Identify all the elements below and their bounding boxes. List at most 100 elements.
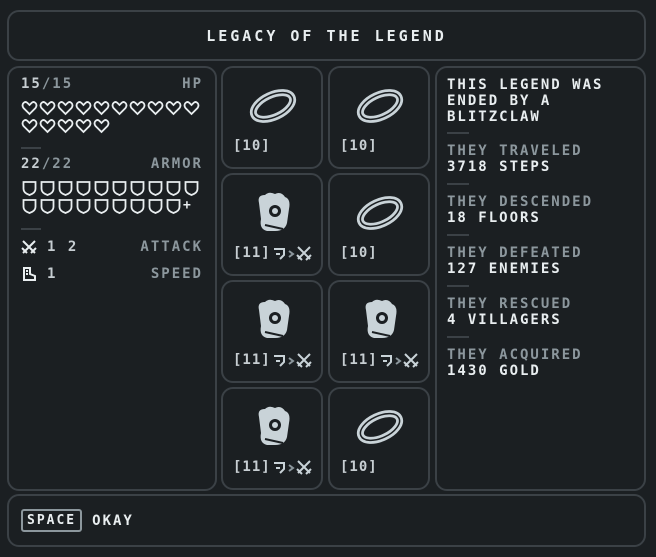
legend-entry: THEY RESCUED 4 VILLAGERS xyxy=(447,296,573,328)
shield-icon xyxy=(148,181,163,196)
item-value: [11] xyxy=(340,352,378,368)
shield-icon xyxy=(112,181,127,196)
armor-shields: + xyxy=(21,180,213,214)
heart-icon xyxy=(21,119,38,134)
legend-entry: THEY TRAVELED 3718 STEPS xyxy=(447,143,583,175)
shield-icon xyxy=(94,181,109,196)
item-value: [11] xyxy=(233,459,271,475)
item-value: [11] xyxy=(233,352,271,368)
gauntlet-icon xyxy=(258,192,290,231)
item-value: [10] xyxy=(340,245,378,261)
gauntlet-icon xyxy=(365,299,397,338)
combo-attack-icon xyxy=(381,353,419,368)
heart-icon xyxy=(75,119,92,134)
heart-icon xyxy=(129,101,146,116)
hp-max: /15 xyxy=(41,76,74,92)
armor-max: /22 xyxy=(41,156,74,172)
heart-icon xyxy=(147,101,164,116)
heart-icon xyxy=(165,101,182,116)
hp-current: 15 xyxy=(21,76,42,92)
hp-label: HP xyxy=(182,76,203,92)
gauntlet-icon xyxy=(258,299,290,338)
shield-icon xyxy=(166,199,181,214)
legend-entry: THEY ACQUIRED 1430 GOLD xyxy=(447,347,583,379)
stats-panel: 15/15 HP 22/22 ARMOR + 1 2 ATTACK 1 SPEE… xyxy=(7,66,217,491)
legend-ending: THIS LEGEND WAS ENDED BY A BLITZCLAW xyxy=(447,77,604,125)
heart-icon xyxy=(39,101,56,116)
hp-row: 15/15 HP xyxy=(21,76,203,92)
shield-icon xyxy=(112,199,127,214)
item-slot[interactable]: [11] xyxy=(221,280,323,383)
shield-icon xyxy=(94,199,109,214)
ring-icon xyxy=(356,196,404,230)
item-slot[interactable]: [10] xyxy=(328,387,430,490)
divider xyxy=(21,228,41,230)
item-slot[interactable]: [11] xyxy=(221,173,323,276)
shield-icon xyxy=(58,199,73,214)
combo-attack-icon xyxy=(274,246,312,261)
heart-icon xyxy=(93,101,110,116)
gauntlet-icon xyxy=(258,406,290,445)
heart-icon xyxy=(111,101,128,116)
shield-icon xyxy=(22,199,37,214)
boot-icon xyxy=(23,267,36,281)
combo-attack-icon xyxy=(274,353,312,368)
heart-icon xyxy=(57,101,74,116)
item-value: [10] xyxy=(340,459,378,475)
speed-value: 1 xyxy=(47,266,58,282)
item-slot[interactable]: [10] xyxy=(328,173,430,276)
divider xyxy=(447,132,469,134)
space-key-button[interactable]: SPACE xyxy=(21,509,83,532)
speed-row: 1 SPEED xyxy=(21,266,203,282)
hp-hearts xyxy=(21,100,213,134)
item-slot[interactable]: [11] xyxy=(328,280,430,383)
okay-label: OKAY xyxy=(92,512,134,529)
divider xyxy=(447,234,469,236)
item-value: [10] xyxy=(233,138,271,154)
combo-attack-icon xyxy=(274,460,312,475)
divider xyxy=(447,336,469,338)
ring-icon xyxy=(356,410,404,444)
ring-icon xyxy=(356,89,404,123)
heart-icon xyxy=(75,101,92,116)
item-slot[interactable]: [11] xyxy=(221,387,323,490)
shield-icon xyxy=(166,181,181,196)
heart-icon xyxy=(183,101,200,116)
items-grid: [10] [10] [11] [10] [11] [11] [11] [10] xyxy=(221,66,431,491)
item-slot[interactable]: [10] xyxy=(328,66,430,169)
divider xyxy=(447,285,469,287)
screen-title: LEGACY OF THE LEGEND xyxy=(206,26,447,45)
crossed-swords-icon xyxy=(21,240,37,254)
armor-label: ARMOR xyxy=(150,156,203,172)
shield-icon xyxy=(40,181,55,196)
heart-icon xyxy=(57,119,74,134)
shield-icon xyxy=(58,181,73,196)
shield-icon xyxy=(130,181,145,196)
footer-panel: SPACE OKAY xyxy=(7,494,646,547)
legend-entry: THEY DEFEATED 127 ENEMIES xyxy=(447,245,583,277)
shield-icon xyxy=(76,181,91,196)
shield-icon xyxy=(130,199,145,214)
heart-icon xyxy=(39,119,56,134)
divider xyxy=(21,147,41,149)
armor-row: 22/22 ARMOR xyxy=(21,156,203,172)
armor-current: 22 xyxy=(21,156,42,172)
attack-label: ATTACK xyxy=(140,239,203,255)
shield-icon xyxy=(76,199,91,214)
attack-row: 1 2 ATTACK xyxy=(21,239,203,255)
shield-icon xyxy=(40,199,55,214)
heart-icon xyxy=(21,101,38,116)
shield-icon xyxy=(22,181,37,196)
speed-label: SPEED xyxy=(150,266,203,282)
title-panel: LEGACY OF THE LEGEND xyxy=(7,10,646,61)
shield-icon xyxy=(184,181,199,196)
item-value: [10] xyxy=(340,138,378,154)
divider xyxy=(447,183,469,185)
item-slot[interactable]: [10] xyxy=(221,66,323,169)
heart-icon xyxy=(93,119,110,134)
legend-panel: THIS LEGEND WAS ENDED BY A BLITZCLAW THE… xyxy=(435,66,646,491)
shield-icon xyxy=(148,199,163,214)
legend-entry: THEY DESCENDED 18 FLOORS xyxy=(447,194,594,226)
ring-icon xyxy=(249,89,297,123)
item-value: [11] xyxy=(233,245,271,261)
